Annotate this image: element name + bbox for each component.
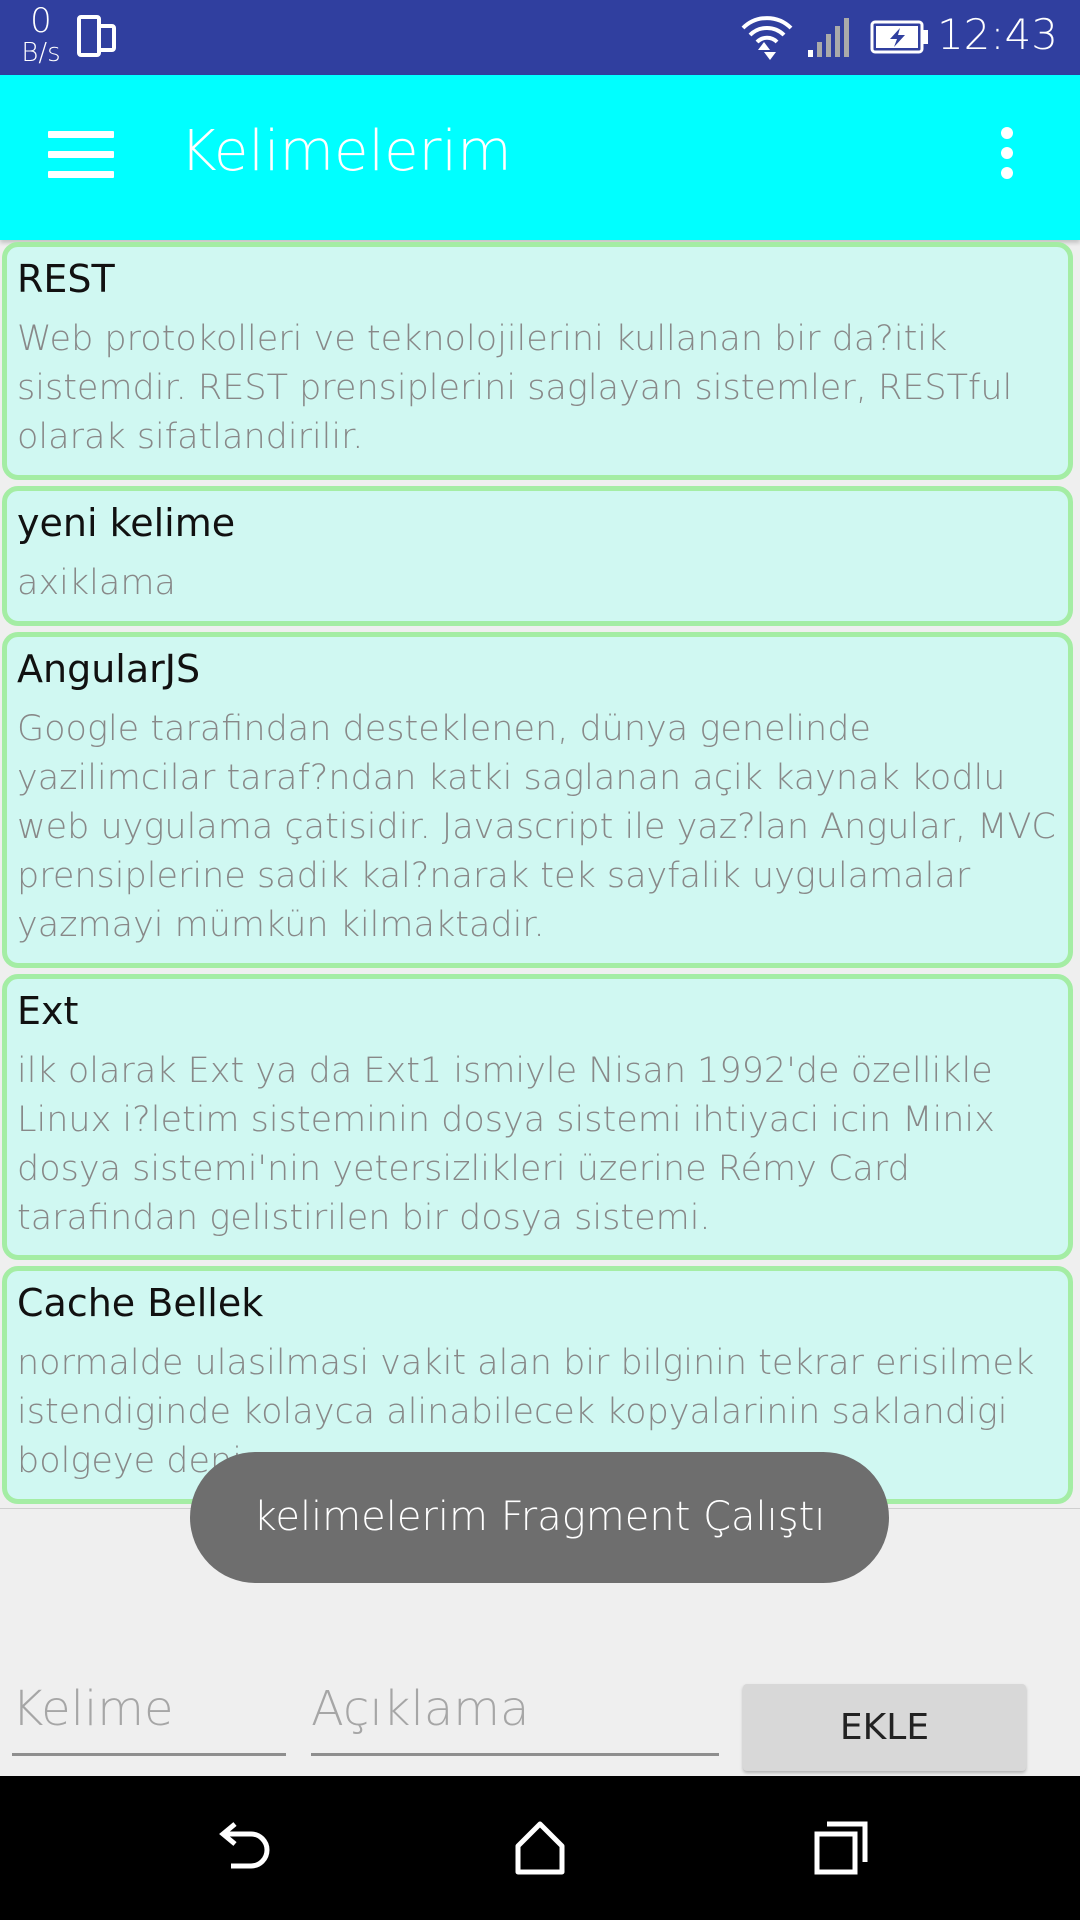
network-speed-unit: B/s (21, 38, 61, 68)
page-title: Kelimelerim (180, 119, 512, 184)
word-title: Cache Bellek (17, 1281, 264, 1325)
add-button[interactable]: EKLE (743, 1684, 1026, 1771)
menu-icon[interactable] (48, 131, 114, 181)
description-input[interactable]: Açıklama (311, 1675, 719, 1756)
phone-sync-icon (77, 15, 116, 57)
list-item[interactable]: yeni kelime axiklama (2, 486, 1073, 626)
network-speed-value: 0 (30, 1, 52, 41)
navigation-bar (0, 1776, 1080, 1920)
list-item[interactable]: Ext ilk olarak Ext ya da Ext1 ismiyle Ni… (2, 974, 1073, 1260)
back-icon[interactable] (205, 1812, 277, 1884)
word-title: Ext (17, 989, 79, 1033)
list-item[interactable]: AngularJS Google tarafindan desteklenen,… (2, 632, 1073, 968)
wifi-icon (741, 16, 793, 60)
word-title: AngularJS (17, 647, 201, 691)
clock: 12:43 (936, 10, 1058, 59)
status-bar: 0 B/s 12:43 (0, 0, 1080, 75)
toast-message: kelimelerim Fragment Çalıştı (190, 1452, 889, 1583)
word-description: Google tarafindan desteklenen, dünya gen… (17, 709, 1056, 945)
home-icon[interactable] (504, 1812, 576, 1884)
more-vert-icon[interactable] (994, 127, 1020, 187)
word-title: REST (17, 257, 115, 301)
word-input[interactable]: Kelime (12, 1675, 286, 1756)
word-title: yeni kelime (17, 501, 236, 545)
word-description: axiklama (17, 563, 176, 603)
app-bar: Kelimelerim (0, 75, 1080, 240)
word-list[interactable]: REST Web protokolleri ve teknolojilerini… (0, 240, 1080, 1508)
recents-icon[interactable] (805, 1812, 877, 1884)
battery-charging-icon (870, 20, 928, 54)
word-description: ilk olarak Ext ya da Ext1 ismiyle Nisan … (17, 1051, 995, 1238)
list-item[interactable]: REST Web protokolleri ve teknolojilerini… (2, 242, 1073, 480)
signal-icon (808, 18, 849, 57)
word-description: Web protokolleri ve teknolojilerini kull… (17, 319, 1013, 457)
network-speed: 0 B/s (16, 0, 66, 66)
